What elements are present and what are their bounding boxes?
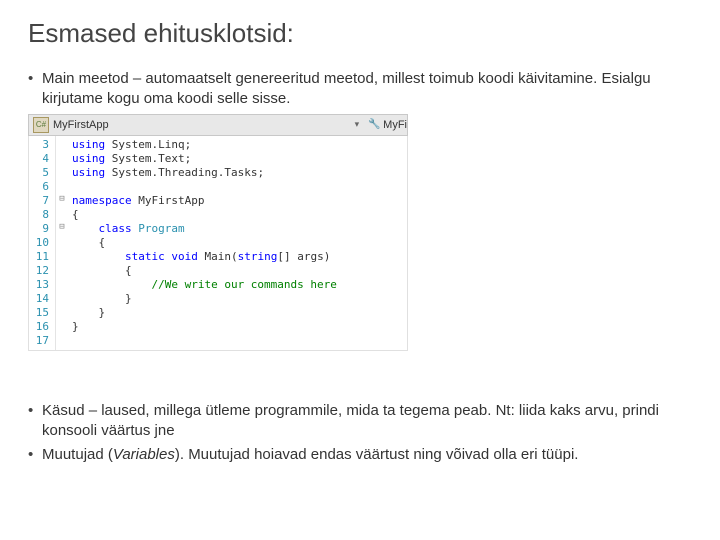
bullet-dot: •	[28, 401, 42, 442]
bullet-text: Käsud – laused, millega ütleme programmi…	[42, 401, 692, 442]
bullet-dot: •	[28, 445, 42, 465]
editor-tab-bar: C# MyFirstApp ▾ 🔧 MyFi	[28, 114, 408, 136]
code-body: 34567891011121314151617 ⊟⊟ using System.…	[28, 136, 408, 351]
code-editor: C# MyFirstApp ▾ 🔧 MyFi 34567891011121314…	[28, 114, 408, 351]
line-number-gutter: 34567891011121314151617	[29, 136, 56, 350]
bullet-text: Muutujad (Variables). Muutujad hoiavad e…	[42, 445, 692, 465]
wrench-icon: 🔧	[368, 119, 380, 131]
dropdown-arrow-icon: ▾	[355, 119, 360, 130]
code-content: using System.Linq; using System.Text; us…	[68, 136, 407, 350]
bullet-main: • Main meetod – automaatselt genereeritu…	[28, 69, 692, 110]
csharp-file-icon: C#	[33, 117, 49, 133]
fold-minus-icon: ⊟	[59, 192, 64, 206]
fold-gutter: ⊟⊟	[56, 136, 68, 350]
fold-minus-icon: ⊟	[59, 220, 64, 234]
dropdown-right-label: MyFi	[383, 119, 407, 131]
bullet-dot: •	[28, 69, 42, 110]
bullet-text: Main meetod – automaatselt genereeritud …	[42, 69, 692, 110]
tab-label: MyFirstApp	[53, 119, 109, 131]
bullet-variables: • Muutujad (Variables). Muutujad hoiavad…	[28, 445, 692, 465]
slide-title: Esmased ehitusklotsid:	[28, 18, 692, 49]
bullet-commands: • Käsud – laused, millega ütleme program…	[28, 401, 692, 442]
